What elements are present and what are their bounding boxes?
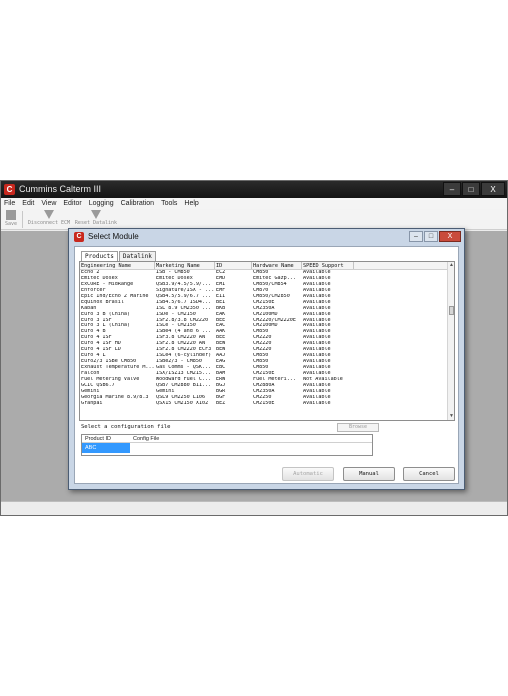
table-cell: Available <box>303 400 331 406</box>
dialog-titlebar: C Select Module ‒ □ X <box>69 229 464 245</box>
dialog-tabs: Products Datalink <box>81 251 157 261</box>
column-header[interactable]: Marketing Name <box>155 262 215 269</box>
status-bar <box>1 501 507 515</box>
config-file-table: Product ID Config File ABC <box>81 434 373 456</box>
save-button[interactable]: Save <box>4 210 18 229</box>
scroll-thumb[interactable] <box>449 306 454 315</box>
config-file-prompt: Select a configuration file <box>81 424 171 430</box>
table-cell: BEZ <box>216 400 226 406</box>
menu-bar: File Edit View Editor Logging Calibratio… <box>1 198 507 209</box>
table-cell: QSX15 CM2150 X102 <box>156 400 209 406</box>
dialog-body: Products Datalink Engineering Name Marke… <box>74 246 459 484</box>
save-label: Save <box>4 221 18 227</box>
menu-editor[interactable]: Editor <box>63 198 81 209</box>
dialog-title: Select Module <box>88 232 139 241</box>
toolbar-separator <box>22 211 23 228</box>
menu-file[interactable]: File <box>4 198 15 209</box>
products-table: Engineering Name Marketing Name ID Hardw… <box>79 261 455 421</box>
reset-datalink-icon <box>91 210 101 219</box>
select-module-dialog: C Select Module ‒ □ X Products Datalink … <box>68 228 465 490</box>
column-header[interactable]: Config File <box>130 435 159 442</box>
menu-tools[interactable]: Tools <box>161 198 177 209</box>
reset-datalink-label: Reset Datalink <box>74 220 118 226</box>
column-header[interactable]: SPEED Support <box>302 262 354 269</box>
tab-datalink[interactable]: Datalink <box>118 251 156 261</box>
config-table-header: Product ID Config File <box>82 435 372 443</box>
column-header[interactable]: Engineering Name <box>80 262 155 269</box>
disconnect-icon <box>44 210 54 219</box>
dialog-close-button[interactable]: X <box>439 231 461 242</box>
maximize-button[interactable]: □ <box>462 182 480 196</box>
menu-edit[interactable]: Edit <box>22 198 34 209</box>
cancel-button[interactable]: Cancel <box>403 467 455 481</box>
dialog-maximize-button[interactable]: □ <box>424 231 438 242</box>
toolbar: Save Disconnect ECM Reset Datalink <box>1 209 507 230</box>
browse-button[interactable]: Browse <box>337 423 379 432</box>
table-body: Echo 2 ISB - CM850 EC2 CM850 Available Emitec… <box>80 270 448 420</box>
disconnect-ecm-button[interactable]: Disconnect ECM <box>27 210 71 229</box>
manual-button[interactable]: Manual <box>343 467 395 481</box>
table-scrollbar[interactable]: ▲ ▼ <box>447 262 454 420</box>
app-title: Cummins Calterm III <box>19 184 102 194</box>
column-header[interactable]: Product ID <box>82 435 130 442</box>
tab-products[interactable]: Products <box>81 251 118 261</box>
app-titlebar: C Cummins Calterm III ‒ □ X <box>1 181 507 198</box>
table-row[interactable]: Granpai QSX15 CM2150 X102 BEZ CM2150E Availa… <box>80 401 448 407</box>
window-controls: ‒ □ X <box>443 182 505 196</box>
screen: C Cummins Calterm III ‒ □ X File Edit Vi… <box>0 0 508 696</box>
config-row-selected[interactable]: ABC <box>82 443 130 453</box>
save-icon <box>6 210 16 220</box>
menu-help[interactable]: Help <box>184 198 198 209</box>
reset-datalink-button[interactable]: Reset Datalink <box>74 210 118 229</box>
menu-logging[interactable]: Logging <box>89 198 114 209</box>
disconnect-label: Disconnect ECM <box>27 220 71 226</box>
minimize-button[interactable]: ‒ <box>443 182 461 196</box>
column-header[interactable]: ID <box>215 262 252 269</box>
table-cell: Granpai <box>81 400 103 406</box>
scroll-down-icon[interactable]: ▼ <box>448 413 454 420</box>
table-header: Engineering Name Marketing Name ID Hardw… <box>80 262 448 270</box>
scroll-up-icon[interactable]: ▲ <box>448 262 454 269</box>
menu-view[interactable]: View <box>41 198 56 209</box>
automatic-button[interactable]: Automatic <box>282 467 334 481</box>
dialog-minimize-button[interactable]: ‒ <box>409 231 423 242</box>
dialog-window-controls: ‒ □ X <box>409 231 461 242</box>
column-header[interactable]: Hardware Name <box>252 262 302 269</box>
cummins-logo-icon: C <box>4 184 15 195</box>
table-cell: CM2150E <box>253 400 275 406</box>
cummins-logo-icon: C <box>74 232 84 242</box>
close-button[interactable]: X <box>481 182 505 196</box>
menu-calibration[interactable]: Calibration <box>121 198 154 209</box>
